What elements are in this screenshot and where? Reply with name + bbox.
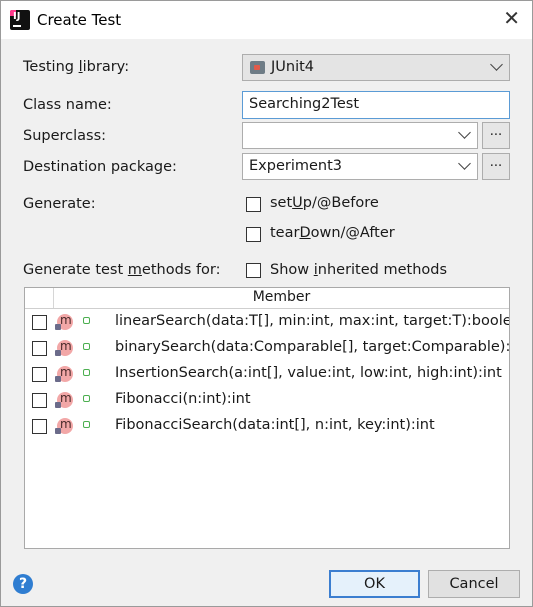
row-checkbox[interactable] <box>32 341 47 356</box>
method-signature: FibonacciSearch(data:int[], n:int, key:i… <box>115 417 435 433</box>
intellij-icon: IJ <box>10 10 30 30</box>
destination-browse-button[interactable]: ... <box>482 153 510 180</box>
cancel-button[interactable]: Cancel <box>428 570 520 598</box>
row-checkbox[interactable] <box>32 419 47 434</box>
class-name-field[interactable]: Searching2Test <box>242 91 510 119</box>
row-checkbox[interactable] <box>32 367 47 382</box>
public-visibility-icon <box>83 421 90 428</box>
method-icon: m <box>55 365 73 382</box>
chevron-down-icon <box>458 157 471 170</box>
method-icon: m <box>55 339 73 356</box>
chevron-down-icon <box>458 126 471 139</box>
table-header: Member <box>25 288 509 309</box>
table-row[interactable]: m FibonacciSearch(data:int[], n:int, key… <box>25 413 509 439</box>
table-row[interactable]: m InsertionSearch(a:int[], value:int, lo… <box>25 361 509 387</box>
public-visibility-icon <box>83 317 90 324</box>
table-row[interactable]: m binarySearch(data:Comparable[], target… <box>25 335 509 361</box>
method-signature: Fibonacci(n:int):int <box>115 391 251 407</box>
junit-icon <box>250 61 265 74</box>
table-row[interactable]: m linearSearch(data:T[], min:int, max:in… <box>25 309 509 335</box>
superclass-label: Superclass: <box>23 128 107 144</box>
members-table[interactable]: Member m linearSearch(data:T[], min:int,… <box>24 287 510 549</box>
destination-package-combo[interactable]: Experiment3 <box>242 153 478 180</box>
setup-checkbox[interactable] <box>246 197 261 212</box>
create-test-dialog: IJ Create Test ✕ Testing library: JUnit4… <box>0 0 533 607</box>
setup-label[interactable]: setUp/@Before <box>270 195 379 211</box>
generate-label: Generate: <box>23 196 96 212</box>
class-name-label: Class name: <box>23 97 112 113</box>
destination-package-label: Destination package: <box>23 159 177 175</box>
method-icon: m <box>55 391 73 408</box>
table-row[interactable]: m Fibonacci(n:int):int <box>25 387 509 413</box>
teardown-label[interactable]: tearDown/@After <box>270 225 395 241</box>
testing-library-label: Testing library: <box>23 59 130 75</box>
help-icon[interactable]: ? <box>13 574 33 594</box>
class-name-value: Searching2Test <box>249 96 360 112</box>
show-inherited-label[interactable]: Show inherited methods <box>270 262 447 278</box>
row-checkbox[interactable] <box>32 315 47 330</box>
close-icon[interactable]: ✕ <box>503 8 520 28</box>
chevron-down-icon <box>490 58 503 71</box>
show-inherited-checkbox[interactable] <box>246 263 261 278</box>
superclass-browse-button[interactable]: ... <box>482 122 510 149</box>
generate-methods-label: Generate test methods for: <box>23 262 221 278</box>
testing-library-value: JUnit4 <box>271 59 315 75</box>
method-signature: binarySearch(data:Comparable[], target:C… <box>115 339 510 355</box>
destination-package-value: Experiment3 <box>249 158 343 174</box>
title-bar: IJ Create Test ✕ <box>1 1 532 39</box>
method-signature: linearSearch(data:T[], min:int, max:int,… <box>115 313 510 329</box>
row-checkbox[interactable] <box>32 393 47 408</box>
method-signature: InsertionSearch(a:int[], value:int, low:… <box>115 365 502 381</box>
public-visibility-icon <box>83 343 90 350</box>
teardown-checkbox[interactable] <box>246 227 261 242</box>
superclass-combo[interactable] <box>242 122 478 149</box>
public-visibility-icon <box>83 369 90 376</box>
dialog-title: Create Test <box>37 11 122 29</box>
testing-library-select[interactable]: JUnit4 <box>242 54 510 81</box>
method-icon: m <box>55 417 73 434</box>
method-icon: m <box>55 313 73 330</box>
ok-button[interactable]: OK <box>329 570 420 598</box>
member-column-header[interactable]: Member <box>54 289 509 305</box>
public-visibility-icon <box>83 395 90 402</box>
